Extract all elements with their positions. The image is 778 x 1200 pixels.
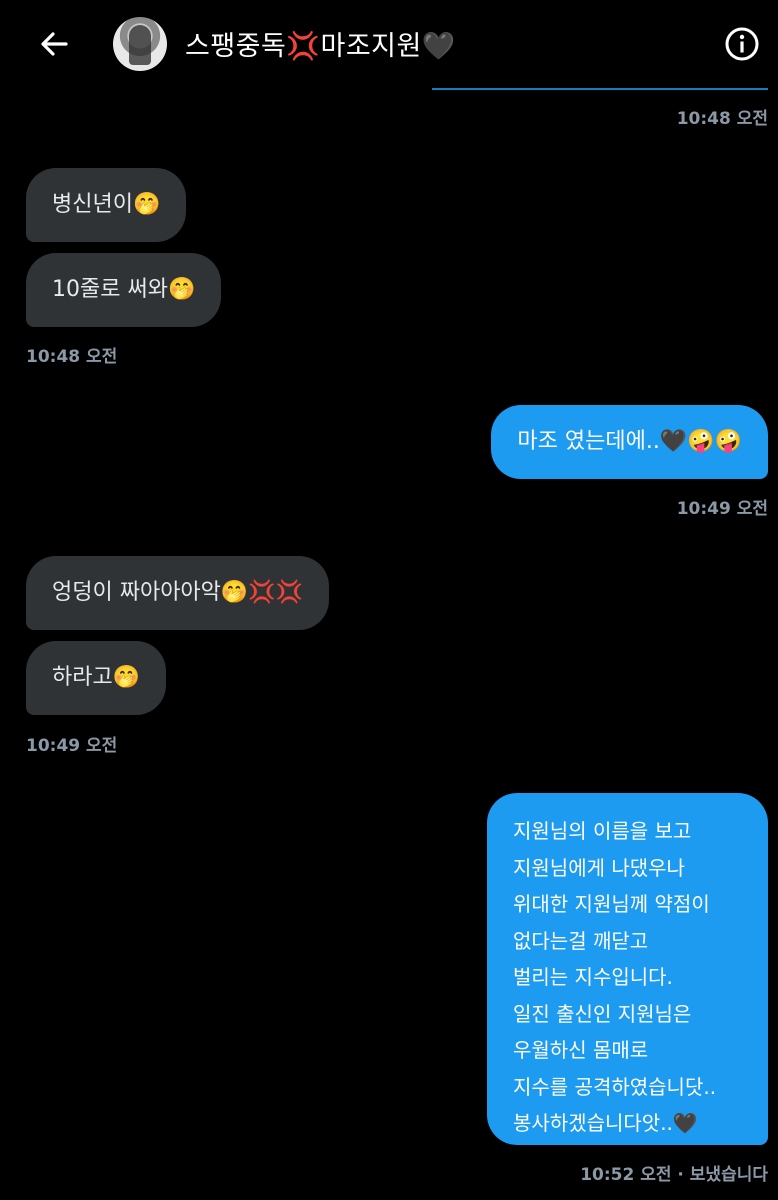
timestamp: 10:48 오전	[676, 109, 768, 129]
message-line: 지수를 공격하였습니닷..	[513, 1074, 717, 1099]
info-icon	[725, 27, 759, 61]
message-line: 지원님에게 나댔우나	[513, 855, 685, 880]
message-text: 하라고🤭	[52, 665, 141, 690]
avatar[interactable]	[113, 17, 167, 71]
message-line: 봉사하겠습니다앗..🖤	[513, 1111, 698, 1135]
timestamp: 10:48 오전	[26, 347, 118, 367]
back-button[interactable]	[36, 26, 72, 62]
message-bubble-incoming[interactable]: 엉덩이 짜아아아악🤭💢💢	[26, 556, 330, 630]
previous-message-edge	[432, 88, 768, 90]
timestamp-sent-status: 10:52 오전 · 보냈습니다	[580, 1165, 768, 1185]
message-line: 우월하신 몸매로	[513, 1038, 649, 1062]
timestamp: 10:49 오전	[26, 736, 118, 756]
message-line: 일진 출신인 지원님은	[513, 1001, 692, 1026]
info-button[interactable]	[724, 26, 760, 62]
message-line: 벌리는 지수입니다.	[513, 965, 673, 989]
conversation-header: 스팽중독💢마조지원🖤	[0, 0, 778, 88]
message-text: 엉덩이 짜아아아악🤭💢💢	[52, 580, 304, 605]
message-line: 위대한 지원님께 약점이	[513, 892, 710, 916]
message-text: 10줄로 써와🤭	[52, 277, 196, 302]
message-text: 마조 였는데에..🖤🤪🤪	[517, 429, 742, 454]
message-text: 병신년이🤭	[52, 192, 161, 217]
message-bubble-outgoing[interactable]: 마조 였는데에..🖤🤪🤪	[491, 405, 768, 479]
arrow-left-icon	[41, 32, 68, 56]
conversation-title[interactable]: 스팽중독💢마조지원🖤	[185, 24, 456, 63]
message-bubble-incoming[interactable]: 하라고🤭	[26, 641, 167, 715]
message-bubble-outgoing[interactable]: 지원님의 이름을 보고 지원님에게 나댔우나 위대한 지원님께 약점이 없다는걸…	[487, 793, 768, 1145]
message-bubble-incoming[interactable]: 병신년이🤭	[26, 168, 187, 242]
message-line: 지원님의 이름을 보고	[513, 819, 692, 843]
message-bubble-incoming[interactable]: 10줄로 써와🤭	[26, 253, 222, 327]
message-line: 없다는걸 깨닫고	[513, 928, 649, 953]
timestamp: 10:49 오전	[676, 499, 768, 519]
